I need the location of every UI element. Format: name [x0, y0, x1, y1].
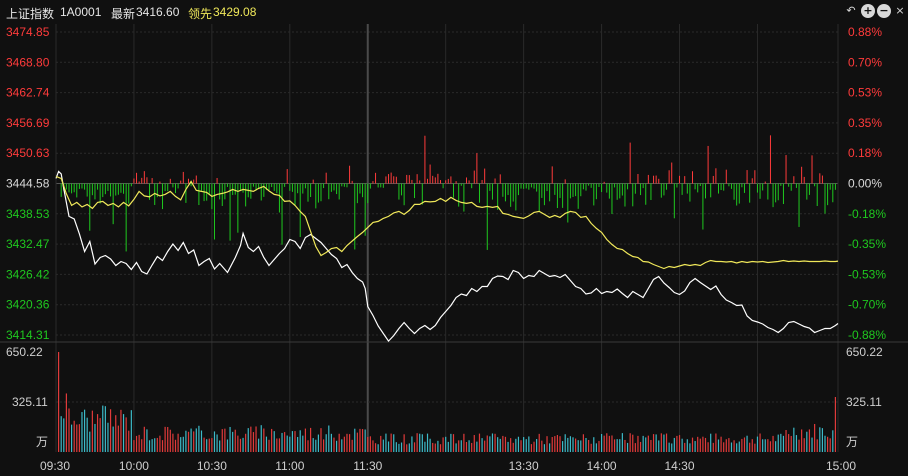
percent-tick-label: 0.88%	[848, 25, 882, 39]
time-tick-label: 09:30	[40, 459, 70, 473]
time-tick-label: 13:30	[509, 459, 539, 473]
volume-mid-label: 325.11	[12, 395, 48, 409]
latest-price-line	[55, 170, 839, 343]
volume-max-label: 650.22	[6, 345, 43, 359]
volume-unit-label: 万	[36, 435, 48, 449]
percent-tick-label: 0.18%	[848, 146, 882, 160]
price-tick-label: 3456.69	[6, 116, 50, 130]
price-tick-label: 3432.47	[6, 237, 50, 251]
percent-tick-label: -0.70%	[848, 298, 886, 312]
time-axis-labels: 09:30 10:00 10:30 11:00 11:30 13:30 14:00 14:30…	[40, 459, 856, 473]
volume-mid-label-right: 325.11	[846, 395, 882, 409]
percent-tick-label: -0.18%	[848, 207, 886, 221]
price-tick-label: 3420.36	[6, 298, 50, 312]
time-tick-label: 15:00	[826, 459, 856, 473]
intraday-chart[interactable]: 3474.85 3468.80 3462.74 3456.69 3450.63 3444.…	[0, 0, 908, 476]
leading-price-line	[55, 175, 839, 270]
time-tick-label: 10:00	[119, 459, 149, 473]
price-tick-label: 3462.74	[6, 86, 50, 100]
time-tick-label: 14:30	[665, 459, 695, 473]
percent-tick-label: -0.53%	[848, 267, 886, 281]
price-tick-label: 3474.85	[6, 25, 50, 39]
price-tick-label: 3444.58	[6, 177, 50, 191]
percent-tick-label: -0.88%	[848, 328, 886, 342]
volume-bars	[57, 352, 837, 452]
volume-axis-labels: 650.22 325.11 万 650.22 325.11 万	[6, 345, 883, 449]
percent-tick-label: 0.53%	[848, 86, 882, 100]
percent-tick-label: 0.35%	[848, 116, 882, 130]
price-lines	[55, 170, 839, 343]
time-tick-label: 14:00	[587, 459, 617, 473]
time-tick-label: 11:30	[353, 459, 382, 473]
price-tick-label: 3426.42	[6, 267, 50, 281]
price-tick-label: 3414.31	[6, 328, 50, 342]
percent-tick-label: -0.35%	[848, 237, 886, 251]
time-tick-label: 10:30	[197, 459, 227, 473]
price-tick-label: 3450.63	[6, 146, 50, 160]
percent-tick-label: 0.70%	[848, 55, 882, 69]
time-tick-label: 11:00	[275, 459, 304, 473]
chart-grid	[0, 24, 908, 452]
volume-max-label-right: 650.22	[846, 345, 883, 359]
price-tick-label: 3468.80	[6, 55, 50, 69]
volume-unit-label-right: 万	[846, 435, 858, 449]
price-tick-label: 3438.53	[6, 207, 50, 221]
percent-tick-label: 0.00%	[848, 177, 882, 191]
